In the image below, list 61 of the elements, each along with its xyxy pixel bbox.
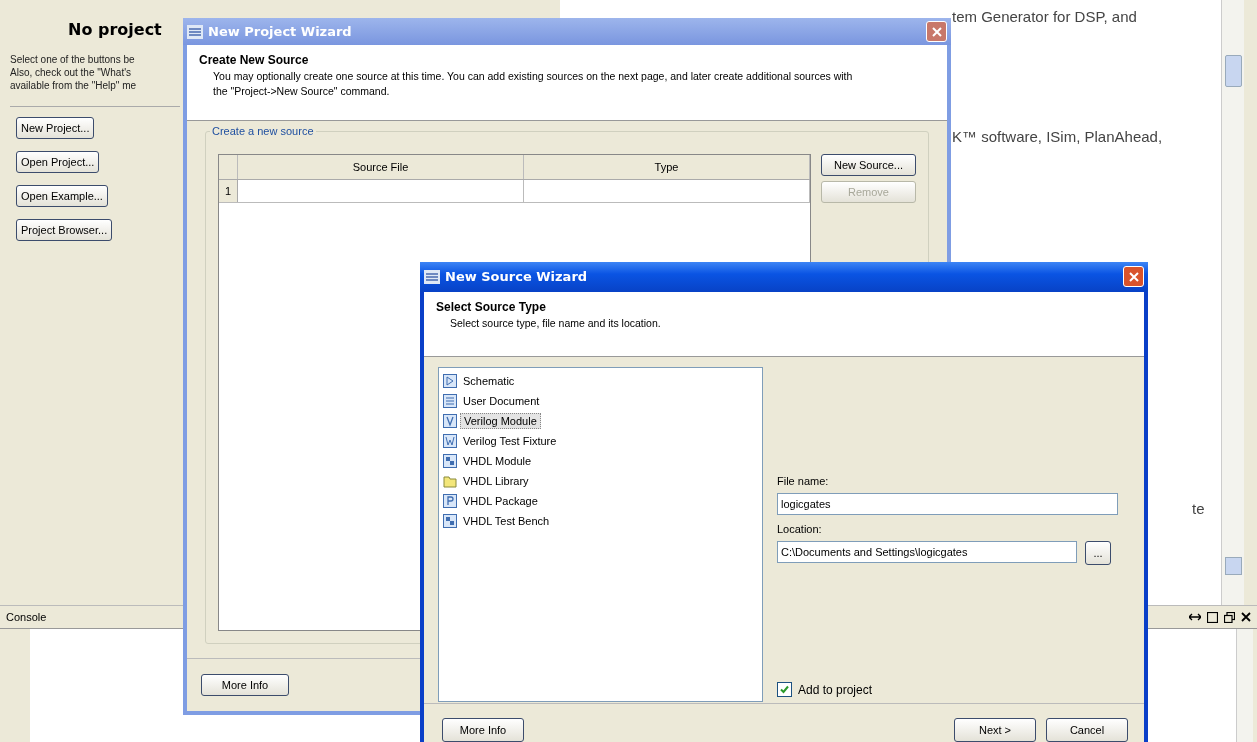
dialog-button[interactable]: More Info	[442, 718, 524, 742]
row-number: 1	[219, 180, 238, 202]
move-icon[interactable]	[1189, 612, 1201, 622]
intro-text: available from the "Help" me	[10, 79, 137, 92]
window-title: New Project Wizard	[208, 24, 353, 39]
description-text: K™ software, ISim, PlanAhead,	[952, 128, 1164, 145]
start-button[interactable]: Project Browser...	[16, 219, 113, 241]
checkbox-label: Add to project	[798, 682, 873, 697]
more-info-button[interactable]: More Info	[201, 674, 289, 696]
file-type-icon	[443, 454, 457, 469]
scrollbar[interactable]	[1236, 629, 1253, 742]
checkbox[interactable]	[777, 682, 792, 698]
file-name-field[interactable]: logicgates	[777, 493, 1118, 516]
file-type-icon	[443, 514, 457, 529]
list-item[interactable]: Verilog Module	[460, 413, 541, 430]
column-header[interactable]: Type	[524, 155, 810, 179]
description-text: tem Generator for DSP, and	[952, 8, 1138, 25]
dialog-button[interactable]: New Source...	[821, 154, 916, 176]
close-icon	[1127, 270, 1140, 283]
dialog-button[interactable]: Cancel	[1046, 718, 1128, 742]
page-description: You may optionally create one source at this time. You can add existing sources on the next page, and later create additional sources with the "Project->New Source" command.	[212, 69, 854, 99]
file-type-icon	[443, 394, 457, 409]
file-type-icon	[443, 414, 457, 429]
list-item[interactable]: Schematic	[460, 374, 518, 389]
list-item[interactable]: VHDL Package	[460, 494, 541, 509]
app-icon	[424, 269, 440, 284]
folder-icon	[443, 474, 457, 489]
restore-icon[interactable]	[1224, 611, 1235, 623]
dialog-button[interactable]: Next >	[954, 718, 1036, 742]
column-header[interactable]: Source File	[238, 155, 524, 179]
start-button[interactable]: New Project...	[16, 117, 95, 139]
intro-text: Select one of the buttons be	[10, 53, 135, 66]
window-title: New Source Wizard	[445, 269, 589, 285]
close-button[interactable]	[1123, 266, 1144, 288]
scrollbar[interactable]	[1221, 0, 1244, 605]
maximize-icon[interactable]	[1207, 611, 1218, 623]
field-label: File name:	[777, 475, 830, 488]
description-text: te	[1192, 500, 1206, 517]
list-item[interactable]: User Document	[460, 394, 543, 409]
page-title: Create New Source	[199, 53, 310, 67]
close-icon	[930, 25, 943, 38]
app-icon	[187, 24, 203, 39]
list-item[interactable]: VHDL Module	[460, 454, 535, 469]
list-item[interactable]: VHDL Library	[460, 474, 532, 489]
start-button[interactable]: Open Project...	[16, 151, 100, 173]
file-type-icon	[443, 374, 457, 389]
file-type-icon	[443, 434, 457, 449]
group-label: Create a new source	[210, 125, 316, 137]
start-button[interactable]: Open Example...	[16, 185, 108, 207]
list-item[interactable]: VHDL Test Bench	[460, 514, 553, 529]
page-title: Select Source Type	[436, 299, 547, 314]
browse-button[interactable]: ...	[1085, 541, 1111, 566]
field-label: Location:	[777, 523, 823, 536]
page-description: Select source type, file name and its location.	[449, 315, 662, 331]
intro-text: Also, check out the "What's	[10, 66, 132, 79]
close-icon[interactable]	[1241, 612, 1251, 622]
panel-title: Console	[6, 611, 47, 623]
location-field[interactable]: C:\Documents and Settings\logicgates	[777, 541, 1077, 564]
list-item[interactable]: Verilog Test Fixture	[460, 434, 560, 449]
page-heading: No project	[68, 20, 162, 39]
file-type-icon	[443, 494, 457, 509]
